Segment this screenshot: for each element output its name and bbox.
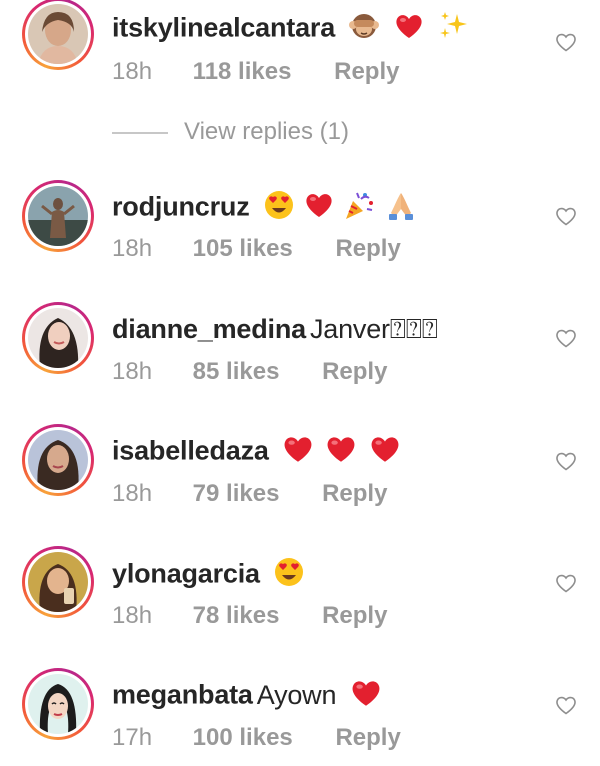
likes-count[interactable]: 100 likes — [193, 724, 293, 752]
likes-count[interactable]: 78 likes — [193, 602, 280, 630]
comment-item: itskylinealcantara 18h 118 likes Reply — [0, 0, 600, 98]
comment-item: rodjuncruz 18h 105 likes Reply — [0, 165, 600, 275]
red-heart-emoji — [394, 12, 424, 47]
red-heart-emoji — [369, 434, 401, 471]
comment-time: 18h — [112, 58, 153, 85]
avatar-photo — [28, 4, 88, 64]
comment-username[interactable]: ylonagarcia — [112, 559, 260, 589]
comment-time: 18h — [112, 235, 153, 262]
avatar-photo — [28, 430, 88, 490]
party-popper-emoji — [343, 189, 375, 228]
comment-username[interactable]: itskylinealcantara — [112, 13, 335, 43]
avatar-photo — [28, 552, 88, 612]
avatar[interactable] — [22, 302, 94, 374]
red-heart-emoji — [350, 678, 382, 715]
like-heart-icon[interactable] — [555, 695, 577, 715]
divider-line — [112, 131, 168, 134]
avatar[interactable] — [22, 180, 94, 252]
comment-text: Ayown — [256, 679, 337, 710]
red-heart-emoji — [325, 434, 357, 471]
heart-eyes-emoji — [273, 556, 305, 595]
comments-list: itskylinealcantara 18h 118 likes Reply V… — [0, 0, 600, 759]
comment-username[interactable]: dianne_medina — [112, 314, 306, 344]
avatar[interactable] — [22, 0, 94, 70]
likes-count[interactable]: 118 likes — [193, 58, 292, 86]
likes-count[interactable]: 105 likes — [193, 235, 293, 263]
like-heart-icon[interactable] — [555, 451, 577, 471]
comment-username[interactable]: rodjuncruz — [112, 192, 250, 222]
like-heart-icon[interactable] — [555, 328, 577, 348]
avatar-photo — [28, 674, 88, 734]
comment-username[interactable]: meganbata — [112, 680, 253, 710]
avatar[interactable] — [22, 668, 94, 740]
comment-time: 18h — [112, 480, 153, 507]
see-no-evil-monkey-emoji — [348, 11, 380, 48]
view-replies-link[interactable]: View replies (1) — [112, 118, 349, 152]
comment-time: 18h — [112, 358, 153, 385]
comment-time: 18h — [112, 602, 153, 629]
red-heart-emoji — [304, 191, 334, 226]
heart-eyes-emoji — [263, 189, 295, 228]
reply-button[interactable]: Reply — [335, 235, 400, 263]
reply-button[interactable]: Reply — [322, 602, 387, 630]
comment-item: dianne_medina Janver⍰⍰⍰ 18h 85 likes Repl… — [0, 290, 600, 400]
likes-count[interactable]: 85 likes — [193, 358, 280, 386]
sparkles-emoji — [437, 10, 469, 49]
like-heart-icon[interactable] — [555, 32, 577, 52]
comment-username[interactable]: isabelledaza — [112, 436, 269, 466]
folded-hands-emoji — [385, 189, 417, 228]
like-heart-icon[interactable] — [555, 573, 577, 593]
avatar-photo — [28, 186, 88, 246]
reply-button[interactable]: Reply — [322, 358, 387, 386]
likes-count[interactable]: 79 likes — [193, 480, 280, 508]
comment-item: meganbata Ayown 17h 100 likes Reply — [0, 656, 600, 766]
avatar-photo — [28, 308, 88, 368]
comment-item: isabelledaza 18h 79 likes Reply — [0, 412, 600, 522]
comment-item: ylonagarcia 18h 78 likes Reply — [0, 534, 600, 644]
view-replies-label: View replies (1) — [184, 118, 349, 145]
avatar[interactable] — [22, 424, 94, 496]
avatar[interactable] — [22, 546, 94, 618]
reply-button[interactable]: Reply — [334, 58, 399, 86]
reply-button[interactable]: Reply — [335, 724, 400, 752]
like-heart-icon[interactable] — [555, 206, 577, 226]
reply-button[interactable]: Reply — [322, 480, 387, 508]
red-heart-emoji — [282, 434, 314, 471]
comment-time: 17h — [112, 724, 153, 751]
comment-text: Janver⍰⍰⍰ — [309, 314, 438, 344]
